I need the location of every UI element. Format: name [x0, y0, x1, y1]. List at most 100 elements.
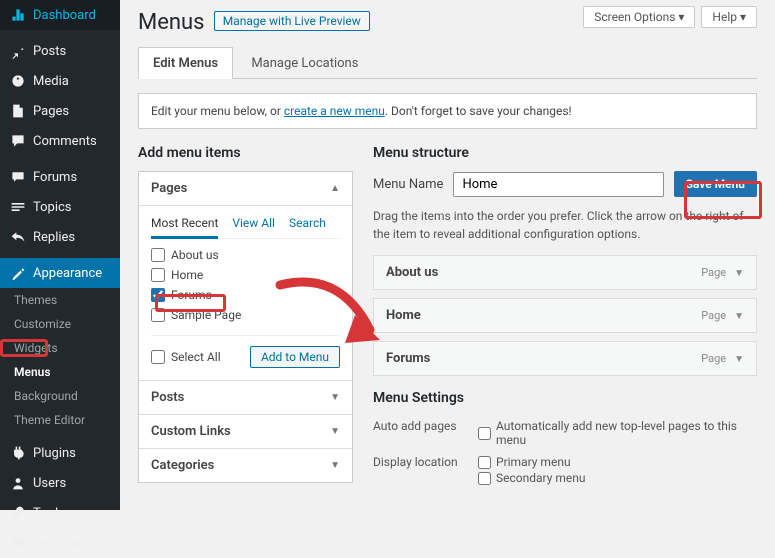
menu-structure-heading: Menu structure: [373, 145, 757, 161]
subtab-most-recent[interactable]: Most Recent: [151, 216, 218, 239]
menu-name-input[interactable]: [453, 172, 663, 197]
drag-instructions: Drag the items into the order you prefer…: [373, 207, 757, 243]
main-content: Screen Options ▾ Help ▾ Menus Manage wit…: [120, 0, 775, 500]
screen-options-button[interactable]: Screen Options ▾: [583, 6, 695, 28]
display-location-option[interactable]: Primary menu: [478, 455, 757, 469]
menu-item-type: Page: [701, 352, 726, 365]
page-item-about-us[interactable]: About us: [151, 245, 340, 265]
accordion-categories-header[interactable]: Categories ▼: [139, 448, 352, 482]
sidebar-sub-widgets[interactable]: Widgets: [0, 336, 120, 360]
page-checkbox[interactable]: [151, 288, 165, 302]
auto-add-option[interactable]: Automatically add new top-level pages to…: [478, 419, 757, 447]
sidebar-sub-theme-editor[interactable]: Theme Editor: [0, 408, 120, 432]
select-all-checkbox[interactable]: [151, 350, 165, 364]
menu-item-label: Home: [386, 308, 421, 323]
accordion-custom-links-label: Custom Links: [151, 424, 231, 439]
sidebar-item-forums[interactable]: Forums: [0, 162, 120, 192]
subtab-view-all[interactable]: View All: [232, 216, 275, 230]
sidebar-item-tools[interactable]: Tools: [0, 498, 120, 528]
tab-manage-locations[interactable]: Manage Locations: [236, 47, 373, 79]
sidebar-label: Topics: [33, 200, 72, 215]
sidebar-item-appearance[interactable]: Appearance: [0, 258, 120, 288]
plugin-icon: [10, 445, 26, 461]
menu-settings-heading: Menu Settings: [373, 390, 757, 406]
topic-icon: [10, 199, 26, 215]
sidebar-label: Dashboard: [33, 8, 96, 23]
sidebar-item-settings[interactable]: Settings: [0, 528, 120, 558]
sidebar-label: Comments: [33, 134, 97, 149]
auto-add-label: Auto add pages: [373, 419, 468, 449]
add-to-menu-button[interactable]: Add to Menu: [250, 346, 340, 368]
display-location-checkbox[interactable]: [478, 456, 491, 469]
sidebar-item-posts[interactable]: Posts: [0, 36, 120, 66]
sidebar-sub-menus[interactable]: Menus: [0, 360, 120, 384]
add-items-heading: Add menu items: [138, 145, 353, 161]
sidebar-item-comments[interactable]: Comments: [0, 126, 120, 156]
chevron-up-icon: ▲: [330, 183, 340, 194]
menu-structure-item[interactable]: HomePage▼: [373, 298, 757, 333]
page-title: Menus: [138, 10, 205, 35]
media-icon: [10, 73, 26, 89]
subtab-search[interactable]: Search: [289, 216, 326, 230]
chevron-down-icon[interactable]: ▼: [734, 354, 744, 365]
accordion-pages-label: Pages: [151, 181, 187, 196]
chevron-down-icon[interactable]: ▼: [734, 268, 744, 279]
admin-sidebar: Dashboard Posts Media Pages Comments Forums To…: [0, 0, 120, 510]
accordion-custom-links-header[interactable]: Custom Links ▼: [139, 414, 352, 448]
dashboard-icon: [10, 7, 26, 23]
sidebar-item-users[interactable]: Users: [0, 468, 120, 498]
sidebar-label: Plugins: [33, 446, 76, 461]
notice: Edit your menu below, or create a new me…: [138, 93, 757, 129]
sidebar-sub-themes[interactable]: Themes: [0, 288, 120, 312]
sidebar-label: Posts: [33, 44, 66, 59]
menu-structure-item[interactable]: About usPage▼: [373, 255, 757, 290]
chevron-down-icon[interactable]: ▼: [734, 311, 744, 322]
auto-add-checkbox[interactable]: [478, 427, 491, 440]
display-location-label: Display location: [373, 455, 468, 487]
page-item-home[interactable]: Home: [151, 265, 340, 285]
sidebar-label: Users: [33, 476, 66, 491]
page-checkbox[interactable]: [151, 268, 165, 282]
sidebar-item-plugins[interactable]: Plugins: [0, 438, 120, 468]
comment-icon: [10, 133, 26, 149]
live-preview-button[interactable]: Manage with Live Preview: [214, 11, 370, 31]
sidebar-sub-customize[interactable]: Customize: [0, 312, 120, 336]
sidebar-item-topics[interactable]: Topics: [0, 192, 120, 222]
page-checkbox[interactable]: [151, 308, 165, 322]
page-item-forums[interactable]: Forums: [151, 285, 340, 305]
page-checkbox[interactable]: [151, 248, 165, 262]
notice-text-post: . Don't forget to save your changes!: [385, 104, 572, 118]
sidebar-item-pages[interactable]: Pages: [0, 96, 120, 126]
sidebar-item-replies[interactable]: Replies: [0, 222, 120, 252]
page-item-sample-page[interactable]: Sample Page: [151, 305, 340, 325]
chevron-down-icon: ▼: [330, 460, 340, 471]
reply-icon: [10, 229, 26, 245]
display-location-option[interactable]: Secondary menu: [478, 471, 757, 485]
save-menu-button[interactable]: Save Menu: [674, 171, 757, 197]
create-menu-link[interactable]: create a new menu: [284, 104, 385, 118]
pin-icon: [10, 43, 26, 59]
select-all-row[interactable]: Select All: [151, 347, 221, 367]
tab-edit-menus[interactable]: Edit Menus: [138, 47, 233, 79]
sidebar-sub-background[interactable]: Background: [0, 384, 120, 408]
user-icon: [10, 475, 26, 491]
display-location-checkbox[interactable]: [478, 472, 491, 485]
menu-structure-item[interactable]: Forums Page ▼: [373, 341, 757, 376]
menu-item-label: Forums: [386, 351, 430, 366]
tool-icon: [10, 505, 26, 521]
tabs: Edit Menus Manage Locations: [138, 47, 757, 79]
sidebar-label: Media: [33, 74, 69, 89]
notice-text-pre: Edit your menu below, or: [151, 104, 284, 118]
select-all-label: Select All: [171, 350, 221, 364]
accordion-posts-header[interactable]: Posts ▼: [139, 380, 352, 414]
sidebar-label: Forums: [33, 170, 77, 185]
accordion-pages-header[interactable]: Pages ▲: [139, 172, 352, 205]
menu-item-type: Page: [701, 266, 726, 279]
chevron-down-icon: ▼: [330, 392, 340, 403]
sidebar-label: Settings: [33, 536, 80, 551]
sidebar-item-media[interactable]: Media: [0, 66, 120, 96]
help-button[interactable]: Help ▾: [701, 6, 757, 28]
page-icon: [10, 103, 26, 119]
sidebar-label: Replies: [33, 230, 75, 245]
sidebar-item-dashboard[interactable]: Dashboard: [0, 0, 120, 30]
